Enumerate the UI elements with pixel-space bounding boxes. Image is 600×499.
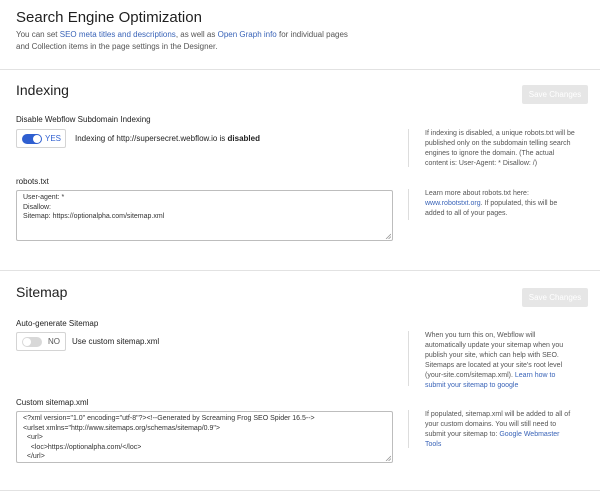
- custom-sitemap-textarea[interactable]: <?xml version="1.0" encoding="utf-8"?><!…: [16, 411, 393, 463]
- robots-label: robots.txt: [16, 177, 49, 186]
- help-line: If populated, sitemap.xml will be added …: [425, 411, 571, 418]
- robots-help-text: Learn more about robots.txt here: www.ro…: [408, 189, 588, 220]
- help-line: your custom domains. You will still need…: [425, 421, 557, 428]
- open-graph-link[interactable]: Open Graph info: [218, 30, 277, 39]
- robots-textarea[interactable]: User-agent: * Disallow: Sitemap: https:/…: [16, 190, 393, 241]
- learn-sitemap-link-2[interactable]: submit your sitemap to google: [425, 382, 518, 389]
- textarea-line: <urlset xmlns="http://www.sitemaps.org/s…: [23, 424, 220, 432]
- textarea-line: <loc>https://optionalpha.com/</loc>: [23, 443, 142, 451]
- textarea-line: <?xml version="1.0" encoding="utf-8"?><!…: [23, 415, 315, 422]
- auto-sitemap-toggle[interactable]: NO: [16, 332, 66, 351]
- indexing-status-prefix: Indexing of http://supersecret.webflow.i…: [75, 134, 228, 143]
- auto-sitemap-label: Auto-generate Sitemap: [16, 319, 99, 328]
- resize-handle-icon[interactable]: [385, 455, 391, 461]
- learn-sitemap-link[interactable]: Learn how to: [515, 372, 555, 379]
- indexing-title: Indexing: [16, 82, 69, 98]
- robotstxt-link[interactable]: www.robotstxt.org: [425, 200, 481, 207]
- indexing-help-text: If indexing is disabled, a unique robots…: [408, 129, 588, 167]
- toggle-track: [22, 337, 42, 347]
- textarea-line: User-agent: *: [23, 194, 65, 201]
- desc-text: , as well as: [175, 30, 218, 39]
- toggle-knob: [33, 135, 41, 143]
- help-line: published only on the subdomain telling …: [425, 140, 571, 147]
- seo-meta-link[interactable]: SEO meta titles and descriptions: [60, 30, 176, 39]
- textarea-line: Sitemap: https://optionalpha.com/sitemap…: [23, 213, 165, 220]
- page-description: You can set SEO meta titles and descript…: [16, 29, 396, 53]
- help-line: If indexing is disabled, a unique robots…: [425, 130, 575, 137]
- resize-handle-icon[interactable]: [385, 233, 391, 239]
- desc-text: You can set: [16, 30, 60, 39]
- textarea-line: Disallow:: [23, 203, 52, 211]
- sitemap-title: Sitemap: [16, 284, 68, 300]
- help-line: Sitemaps are located at your site's root…: [425, 362, 563, 369]
- indexing-status-bold: disabled: [227, 134, 260, 143]
- subdomain-indexing-label: Disable Webflow Subdomain Indexing: [16, 115, 151, 124]
- help-line: added to all of your pages.: [425, 210, 508, 217]
- indexing-status-text: Indexing of http://supersecret.webflow.i…: [75, 134, 260, 143]
- help-text: (your-site.com/sitemap.xml).: [425, 372, 515, 379]
- toggle-state: YES: [45, 134, 62, 143]
- textarea-line: </url>: [23, 453, 45, 460]
- help-text: . If populated, this will be: [480, 200, 558, 207]
- help-line: engines to ignore the domain. (The actua…: [425, 150, 555, 157]
- indexing-save-button[interactable]: Save Changes: [522, 85, 588, 104]
- help-line: content is: User-Agent: * Disallow: /): [425, 160, 538, 167]
- subdomain-indexing-toggle[interactable]: YES: [16, 129, 66, 148]
- google-webmaster-link-2[interactable]: Tools: [425, 441, 441, 448]
- toggle-track: [22, 134, 42, 144]
- desc-text: for individual pages: [276, 30, 348, 39]
- custom-sitemap-help-text: If populated, sitemap.xml will be added …: [408, 410, 588, 448]
- custom-sitemap-text: Use custom sitemap.xml: [72, 337, 160, 346]
- custom-sitemap-label: Custom sitemap.xml: [16, 398, 89, 407]
- toggle-state: NO: [48, 337, 60, 346]
- google-webmaster-link[interactable]: Google Webmaster: [499, 431, 559, 438]
- help-text: submit your sitemap to:: [425, 431, 500, 438]
- divider: [0, 490, 600, 491]
- help-line: publish your site, which can help with S…: [425, 352, 559, 359]
- toggle-knob: [23, 338, 31, 346]
- divider: [0, 270, 600, 271]
- help-line: Learn more about robots.txt here:: [425, 190, 529, 197]
- divider: [0, 69, 600, 70]
- sitemap-save-button[interactable]: Save Changes: [522, 288, 588, 307]
- help-line: automatically update your sitemap when y…: [425, 342, 564, 349]
- desc-text: and Collection items in the page setting…: [16, 42, 218, 51]
- textarea-line: <url>: [23, 434, 43, 441]
- sitemap-help-text: When you turn this on, Webflow will auto…: [408, 331, 588, 389]
- page-title: Search Engine Optimization: [16, 9, 202, 26]
- help-line: When you turn this on, Webflow will: [425, 332, 536, 339]
